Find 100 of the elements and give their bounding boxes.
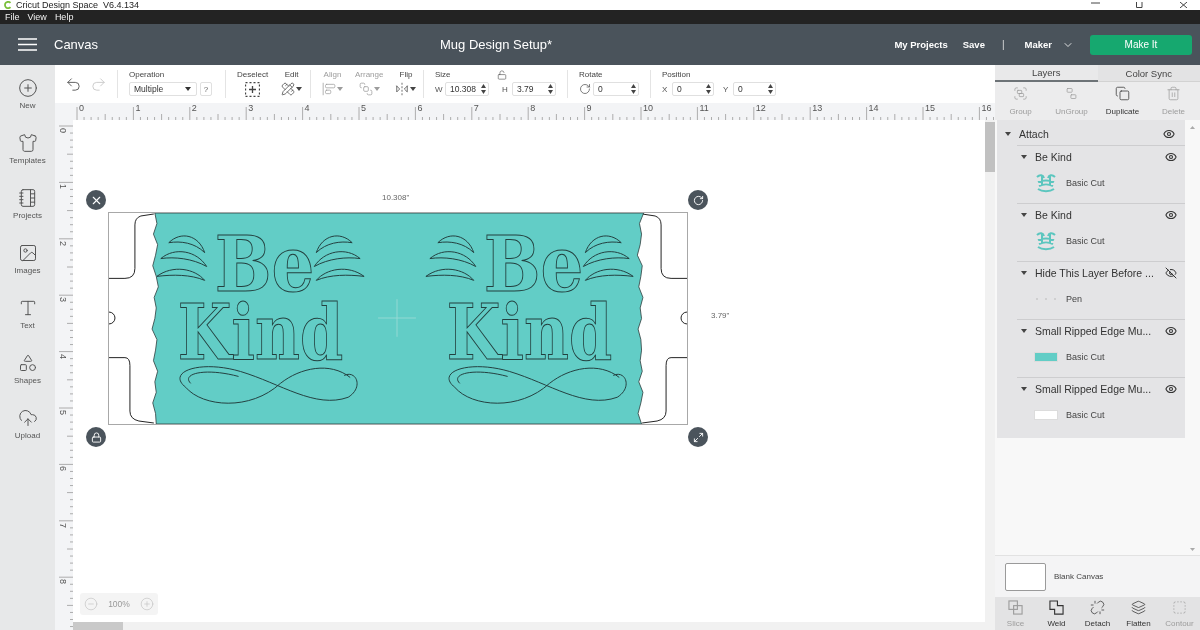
flip-icon <box>395 82 410 96</box>
rotate-handle[interactable] <box>688 190 708 210</box>
x-field[interactable]: 0 <box>672 82 714 96</box>
merged-shape-icon <box>1049 600 1064 615</box>
plus-circle-icon <box>140 597 154 611</box>
undo-button[interactable] <box>65 75 82 93</box>
y-field[interactable]: 0 <box>733 82 776 96</box>
layer-name[interactable]: Be Kind <box>1035 151 1157 163</box>
caret-icon[interactable] <box>1005 132 1011 136</box>
section-title: Canvas <box>54 37 99 52</box>
ruler-number: 5 <box>361 104 366 113</box>
lock-handle[interactable] <box>86 427 106 447</box>
flatten-button[interactable]: Flatten <box>1118 597 1159 630</box>
help-button[interactable]: ? <box>200 82 212 96</box>
rotate-icon <box>692 194 704 206</box>
deselect-button[interactable]: Deselect <box>237 70 269 98</box>
sidebar-item[interactable]: New <box>0 78 55 133</box>
scrollbar-thumb[interactable] <box>985 122 995 172</box>
rotate-field[interactable]: 0 <box>593 82 639 96</box>
canvas-label: Blank Canvas <box>1054 572 1104 581</box>
sidebar-item[interactable]: Shapes <box>0 353 55 408</box>
layer-operation[interactable]: Pen <box>1066 294 1082 304</box>
layer-name[interactable]: Be Kind <box>1035 209 1157 221</box>
layer-name[interactable]: Attach <box>1019 128 1155 140</box>
eye-icon[interactable] <box>1165 151 1177 163</box>
sidebar-item[interactable]: Templates <box>0 133 55 188</box>
zoom-level: 100% <box>108 599 130 609</box>
menu-item[interactable]: Help <box>50 11 78 23</box>
header-link[interactable]: Save <box>962 39 985 50</box>
tab[interactable]: Color Sync <box>1097 65 1200 82</box>
edit-button[interactable]: Edit <box>281 70 303 98</box>
width-dimension: 10.308" <box>382 193 410 202</box>
rotate-icon <box>579 83 591 95</box>
layer-name[interactable]: Small Ripped Edge Mu... <box>1035 325 1157 337</box>
trash-icon <box>1166 86 1181 101</box>
stepper-icon[interactable] <box>631 84 636 94</box>
stepper-icon[interactable] <box>768 84 773 94</box>
menu-item[interactable]: View <box>23 11 51 23</box>
layer-operation[interactable]: Basic Cut <box>1066 410 1105 420</box>
sidebar-item[interactable]: Upload <box>0 408 55 463</box>
sidebar-item[interactable]: Images <box>0 243 55 298</box>
sidebar-item[interactable]: Projects <box>0 188 55 243</box>
eye-icon[interactable] <box>1165 209 1177 221</box>
dashed-square-plus-icon <box>245 81 261 97</box>
group-icon <box>1013 86 1028 101</box>
resize-handle[interactable] <box>688 427 708 447</box>
caret-icon[interactable] <box>1021 213 1027 217</box>
sidebar-item[interactable]: Text <box>0 298 55 353</box>
cloud-upload-icon <box>17 408 38 428</box>
detach-button[interactable]: Detach <box>1077 597 1118 630</box>
width-field[interactable]: 10.308 <box>445 82 489 96</box>
ruler-number: 10 <box>643 104 653 113</box>
eye-icon[interactable] <box>1165 325 1177 337</box>
height-dimension: 3.79" <box>711 311 730 320</box>
padlock-open-icon[interactable] <box>496 70 507 80</box>
scrollbar-thumb[interactable] <box>73 622 123 630</box>
menu-item[interactable]: File <box>1 11 24 23</box>
layer-name[interactable]: Hide This Layer Before ... <box>1035 267 1157 279</box>
duplicate-button[interactable]: Duplicate <box>1097 82 1148 120</box>
stepper-icon[interactable] <box>706 84 711 94</box>
restore-icon[interactable] <box>1136 2 1144 8</box>
height-field[interactable]: 3.79 <box>512 82 556 96</box>
weld-button[interactable]: Weld <box>1036 597 1077 630</box>
flip-button[interactable]: Flip <box>395 70 417 98</box>
field-label: W <box>435 84 444 94</box>
ruler-number: 6 <box>417 104 423 113</box>
caret-icon[interactable] <box>1021 155 1027 159</box>
layers-icon <box>1131 600 1146 615</box>
duplicate-icon <box>1115 86 1130 101</box>
header-link[interactable]: My Projects <box>894 39 948 50</box>
caret-icon[interactable] <box>1021 387 1027 391</box>
layer-operation[interactable]: Basic Cut <box>1066 178 1105 188</box>
minus-circle-icon <box>84 597 98 611</box>
eye-icon[interactable] <box>1163 128 1175 140</box>
broken-link-icon <box>1090 600 1105 615</box>
eye-icon[interactable] <box>1165 383 1177 395</box>
caret-icon[interactable] <box>1021 271 1027 275</box>
close-icon[interactable] <box>1180 2 1188 8</box>
delete-handle[interactable] <box>86 190 106 210</box>
layer-name[interactable]: Small Ripped Edge Mu... <box>1035 383 1157 395</box>
menu-icon[interactable] <box>18 38 37 51</box>
machine-select[interactable]: Maker <box>1024 38 1074 51</box>
caret-icon[interactable] <box>1021 329 1027 333</box>
canvas-swatch[interactable] <box>1005 562 1046 591</box>
layer-operation[interactable]: Basic Cut <box>1066 236 1105 246</box>
ruler-number: 4 <box>58 353 67 359</box>
ruler-number: 7 <box>58 522 67 528</box>
layer-operation[interactable]: Basic Cut <box>1066 352 1105 362</box>
stepper-icon[interactable] <box>481 84 486 94</box>
ruler-number: 0 <box>58 128 67 133</box>
eye-off-icon[interactable] <box>1165 267 1177 279</box>
ruler-number: 16 <box>981 104 992 113</box>
operation-select[interactable]: Multiple <box>129 82 197 96</box>
ruler-number: 11 <box>699 104 709 113</box>
ruler-number: 12 <box>755 104 766 113</box>
align-left-icon <box>322 82 336 96</box>
stepper-icon[interactable] <box>548 84 553 94</box>
separator-text: | <box>1001 39 1005 50</box>
ripped-edge-panel[interactable] <box>151 213 645 424</box>
ruler-number: 1 <box>58 184 67 190</box>
